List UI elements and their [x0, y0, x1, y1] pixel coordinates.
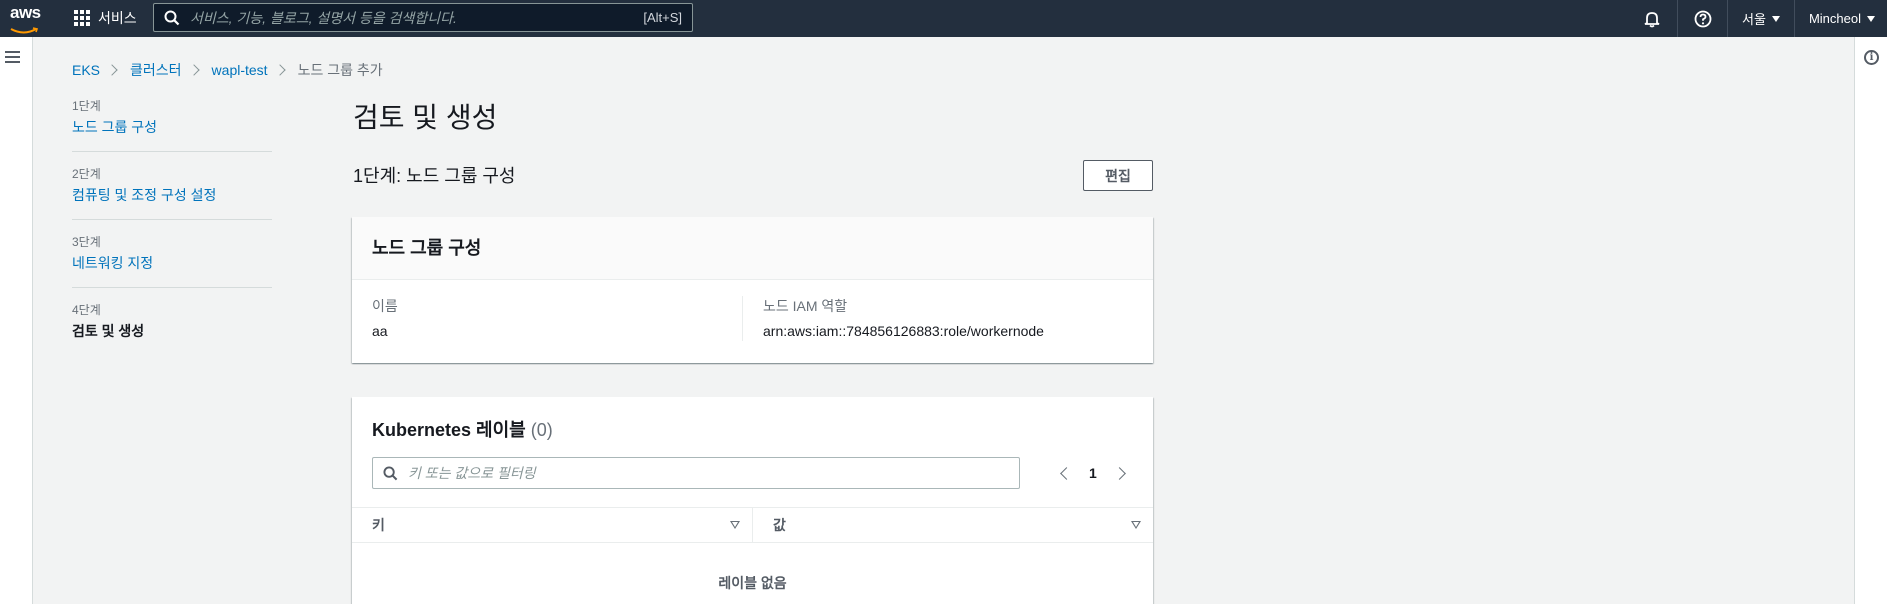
- sort-icon: [730, 521, 740, 529]
- page-title: 검토 및 생성: [353, 102, 498, 133]
- section-title: 1단계: 노드 그룹 구성: [353, 166, 516, 186]
- step-number: 1단계: [72, 99, 101, 113]
- breadcrumb: EKS 클러스터 wapl-test 노드 그룹 추가: [72, 60, 383, 80]
- search-shortcut-hint: [Alt+S]: [643, 10, 682, 25]
- current-page[interactable]: 1: [1089, 465, 1097, 481]
- column-value-label: 값: [773, 517, 786, 533]
- search-icon: [164, 10, 180, 25]
- caret-down-icon: [1771, 15, 1780, 22]
- aws-logo-text: aws: [10, 3, 41, 22]
- breadcrumb-clusters[interactable]: 클러스터: [130, 60, 182, 80]
- account-menu[interactable]: Mincheol: [1793, 0, 1887, 37]
- services-label: 서비스: [98, 10, 137, 26]
- card-body: 이름 aa 노드 IAM 역할 arn:aws:iam::78485612688…: [352, 280, 1153, 357]
- region-selector[interactable]: 서울: [1727, 0, 1794, 37]
- kubernetes-labels-card: Kubernetes 레이블 (0) 키 또는 값으로 필터링 1 키 값 레이…: [352, 397, 1153, 604]
- breadcrumb-eks[interactable]: EKS: [72, 62, 100, 78]
- labels-count: (0): [530, 420, 553, 440]
- previous-page-icon[interactable]: [1060, 466, 1073, 480]
- pagination: 1: [1060, 457, 1126, 489]
- info-icon[interactable]: i: [1864, 50, 1879, 65]
- user-label: Mincheol: [1808, 11, 1861, 26]
- column-header-value[interactable]: 값: [752, 508, 1153, 542]
- global-search-input[interactable]: 서비스, 기능, 블로그, 설명서 등을 검색합니다. [Alt+S]: [153, 3, 693, 32]
- nodegroup-config-card: 노드 그룹 구성 이름 aa 노드 IAM 역할 arn:aws:iam::78…: [352, 217, 1153, 363]
- column-header-key[interactable]: 키: [352, 508, 752, 542]
- help-button[interactable]: [1677, 0, 1727, 37]
- labels-card-title: Kubernetes 레이블: [372, 420, 526, 440]
- step-link-networking[interactable]: 네트워킹 지정: [72, 253, 272, 273]
- search-icon: [383, 465, 398, 480]
- filter-placeholder: 키 또는 값으로 필터링: [408, 465, 536, 481]
- services-grid-icon: [74, 10, 90, 26]
- next-page-icon[interactable]: [1112, 466, 1126, 480]
- filter-row: 키 또는 값으로 필터링 1: [372, 457, 1137, 489]
- hamburger-menu-icon[interactable]: [5, 51, 20, 66]
- chevron-right-icon: [106, 64, 118, 76]
- step-number: 3단계: [72, 235, 101, 249]
- left-navigation-rail: [0, 37, 33, 604]
- services-menu-button[interactable]: 서비스: [74, 6, 137, 30]
- iam-role-value: arn:aws:iam::784856126883:role/workernod…: [763, 323, 1044, 339]
- step-current-review: 검토 및 생성: [72, 323, 145, 339]
- notifications-button[interactable]: [1627, 0, 1677, 37]
- step-link-compute-scaling[interactable]: 컴퓨팅 및 조정 구성 설정: [72, 185, 272, 205]
- bell-icon: [1644, 11, 1660, 27]
- breadcrumb-cluster-name[interactable]: wapl-test: [212, 62, 268, 78]
- caret-down-icon: [1867, 15, 1875, 22]
- table-header: 키 값: [352, 507, 1153, 543]
- labels-card-header: Kubernetes 레이블 (0): [352, 397, 1153, 442]
- wizard-steps: 1단계 노드 그룹 구성 2단계 컴퓨팅 및 조정 구성 설정 3단계 네트워킹…: [72, 98, 272, 369]
- label-filter-input[interactable]: 키 또는 값으로 필터링: [372, 457, 1020, 489]
- wizard-step-2: 2단계 컴퓨팅 및 조정 구성 설정: [72, 166, 272, 220]
- wizard-step-3: 3단계 네트워킹 지정: [72, 234, 272, 288]
- name-field: 이름 aa: [372, 296, 742, 341]
- edit-button[interactable]: 편집: [1083, 160, 1153, 191]
- name-value: aa: [372, 323, 388, 339]
- sort-icon: [1131, 521, 1141, 529]
- step-number: 2단계: [72, 167, 101, 181]
- card-title: 노드 그룹 구성: [352, 217, 1153, 280]
- iam-role-field: 노드 IAM 역할 arn:aws:iam::784856126883:role…: [742, 296, 1133, 341]
- search-placeholder: 서비스, 기능, 블로그, 설명서 등을 검색합니다.: [190, 9, 457, 26]
- aws-logo[interactable]: aws: [10, 3, 44, 34]
- step-link-nodegroup-config[interactable]: 노드 그룹 구성: [72, 117, 272, 137]
- iam-role-label: 노드 IAM 역할: [763, 298, 848, 314]
- empty-state-title: 레이블 없음: [718, 575, 787, 591]
- nav-right-group: 서울 Mincheol: [1627, 0, 1887, 37]
- breadcrumb-current: 노드 그룹 추가: [297, 62, 383, 78]
- region-label: 서울: [1742, 12, 1766, 27]
- help-icon: [1694, 10, 1711, 27]
- aws-smile-icon: [10, 27, 39, 34]
- wizard-step-4: 4단계 검토 및 생성: [72, 302, 272, 355]
- column-key-label: 키: [372, 517, 385, 533]
- wizard-step-1: 1단계 노드 그룹 구성: [72, 98, 272, 152]
- chevron-right-icon: [187, 64, 200, 76]
- top-navigation: aws 서비스 서비스, 기능, 블로그, 설명서 등을 검색합니다. [Alt…: [0, 0, 1887, 37]
- name-label: 이름: [372, 298, 398, 314]
- right-tools-rail: i: [1854, 37, 1887, 604]
- step-number: 4단계: [72, 303, 101, 317]
- chevron-right-icon: [273, 64, 286, 76]
